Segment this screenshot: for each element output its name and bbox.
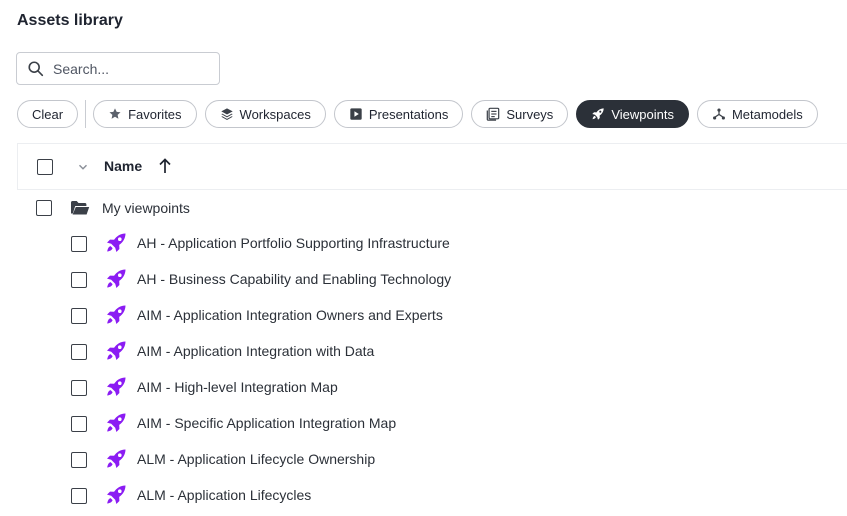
rocket-icon xyxy=(105,376,127,398)
viewpoint-name: AH - Application Portfolio Supporting In… xyxy=(137,235,450,251)
filter-chip-metamodels[interactable]: Metamodels xyxy=(696,100,818,128)
viewpoint-name: AH - Business Capability and Enabling Te… xyxy=(137,271,452,287)
rocket-icon xyxy=(105,448,127,470)
rocket-icon xyxy=(592,108,604,120)
list-item[interactable]: ALM - Application Lifecycle Ownership xyxy=(17,442,847,478)
search-box[interactable] xyxy=(16,52,220,85)
search-input[interactable] xyxy=(53,60,203,77)
filter-chip-label: Presentations xyxy=(368,106,449,122)
rocket-icon xyxy=(105,232,127,254)
folder-label: My viewpoints xyxy=(102,200,190,216)
folder-row[interactable]: My viewpoints xyxy=(17,190,847,226)
row-checkbox[interactable] xyxy=(36,200,52,216)
row-checkbox[interactable] xyxy=(71,416,87,432)
row-checkbox[interactable] xyxy=(71,344,87,360)
chevron-down-icon[interactable] xyxy=(77,161,89,173)
filter-chip-surveys[interactable]: Surveys xyxy=(471,100,569,128)
column-header-name[interactable]: Name xyxy=(104,158,142,174)
list-item[interactable]: AH - Application Portfolio Supporting In… xyxy=(17,226,847,262)
rocket-icon xyxy=(105,340,127,362)
layers-icon xyxy=(220,108,233,120)
rocket-icon xyxy=(105,304,127,326)
viewpoint-name: AIM - High-level Integration Map xyxy=(137,379,338,395)
filter-chip-viewpoints[interactable]: Viewpoints xyxy=(576,100,689,128)
clear-filters-button[interactable]: Clear xyxy=(17,100,79,128)
sort-ascending-icon[interactable] xyxy=(157,157,173,175)
row-checkbox[interactable] xyxy=(71,308,87,324)
viewpoint-name: ALM - Application Lifecycles xyxy=(137,487,312,503)
row-checkbox[interactable] xyxy=(71,236,87,252)
search-icon xyxy=(28,60,44,76)
filter-chip-label: Surveys xyxy=(506,106,554,122)
rocket-icon xyxy=(105,268,127,290)
list-item[interactable]: AIM - High-level Integration Map xyxy=(17,370,847,406)
filter-chip-label: Viewpoints xyxy=(611,106,674,122)
list-item[interactable]: AIM - Application Integration with Data xyxy=(17,334,847,370)
list-item[interactable]: AH - Business Capability and Enabling Te… xyxy=(17,262,847,298)
filter-chip-favorites[interactable]: Favorites xyxy=(93,100,197,128)
row-checkbox[interactable] xyxy=(71,452,87,468)
row-checkbox[interactable] xyxy=(71,272,87,288)
rocket-icon xyxy=(105,412,127,434)
list-item[interactable]: ALM - Application Lifecycles xyxy=(17,478,847,514)
select-all-checkbox[interactable] xyxy=(37,159,53,175)
folder-open-icon xyxy=(71,201,90,215)
filter-chip-label: Metamodels xyxy=(731,106,803,122)
page-title: Assets library xyxy=(17,12,123,29)
list-item[interactable]: AIM - Application Integration Owners and… xyxy=(17,298,847,334)
rocket-icon xyxy=(105,484,127,506)
row-checkbox[interactable] xyxy=(71,488,87,504)
metamodel-icon xyxy=(713,108,725,120)
viewpoint-name: AIM - Application Integration Owners and… xyxy=(137,307,443,323)
filter-chip-label: Workspaces xyxy=(239,106,311,122)
viewpoint-name: AIM - Specific Application Integration M… xyxy=(137,415,397,431)
list-item[interactable]: AIM - Specific Application Integration M… xyxy=(17,406,847,442)
row-checkbox[interactable] xyxy=(71,380,87,396)
viewpoint-name: ALM - Application Lifecycle Ownership xyxy=(137,451,376,467)
filter-chip-label: Favorites xyxy=(128,106,182,122)
list-header: Name xyxy=(17,143,847,190)
filter-divider xyxy=(85,100,87,128)
star-icon xyxy=(109,108,121,119)
filter-bar: Clear Favorites Workspaces Presentations… xyxy=(17,100,826,128)
clear-label: Clear xyxy=(32,106,64,122)
presentation-icon xyxy=(350,108,362,120)
filter-chip-workspaces[interactable]: Workspaces xyxy=(204,100,326,128)
survey-icon xyxy=(487,107,500,121)
filter-chip-presentations[interactable]: Presentations xyxy=(333,100,464,128)
viewpoint-name: AIM - Application Integration with Data xyxy=(137,343,375,359)
